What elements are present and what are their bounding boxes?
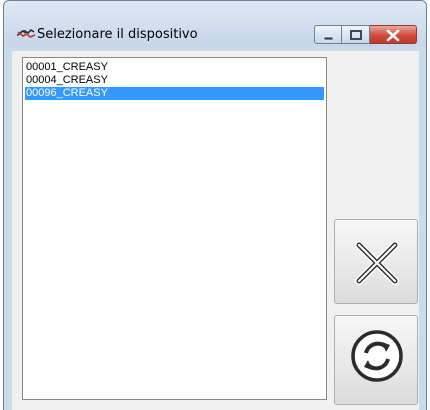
- caption-buttons: [314, 25, 419, 44]
- refresh-button[interactable]: [334, 315, 418, 405]
- list-item-selected[interactable]: 00096_CREASY: [25, 87, 324, 100]
- device-plug-icon: [16, 28, 36, 38]
- maximize-button[interactable]: [342, 25, 370, 44]
- refresh-icon: [351, 330, 403, 382]
- maximize-icon: [350, 30, 362, 40]
- list-item[interactable]: 00001_CREASY: [25, 61, 324, 74]
- device-listbox[interactable]: 00001_CREASY 00004_CREASY 00096_CREASY: [22, 57, 327, 400]
- minimize-icon: [323, 36, 334, 41]
- window-client-area: 00001_CREASY 00004_CREASY 00096_CREASY: [12, 51, 419, 410]
- window-title: Selezionare il dispositivo: [37, 27, 198, 42]
- cancel-button[interactable]: [334, 219, 418, 304]
- device-select-window: Selezionare il dispositivo 00001_CREASY: [3, 0, 427, 410]
- list-item[interactable]: 00004_CREASY: [25, 74, 324, 87]
- x-cancel-icon: [355, 241, 399, 285]
- close-icon: [386, 29, 400, 42]
- close-button[interactable]: [370, 25, 417, 44]
- minimize-button[interactable]: [314, 25, 342, 44]
- title-bar[interactable]: Selezionare il dispositivo: [4, 1, 426, 47]
